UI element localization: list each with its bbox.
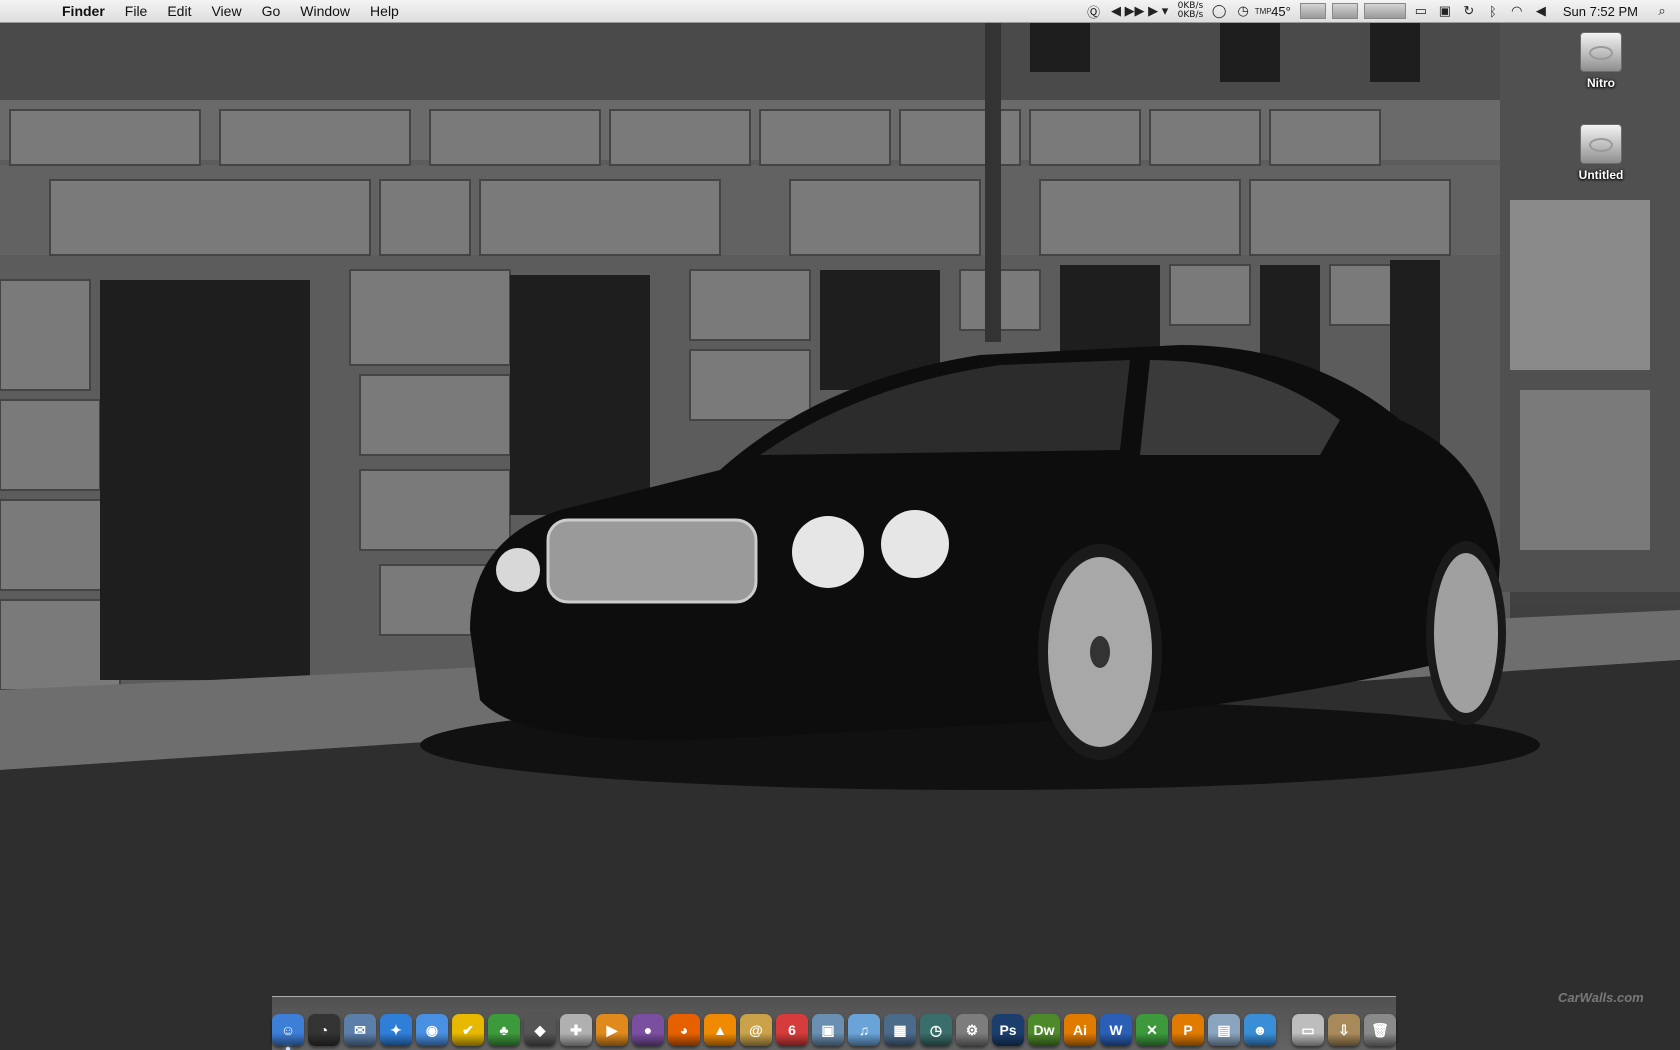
temperature-icon: TMP <box>1254 6 1272 16</box>
illustrator-icon[interactable]: Ai <box>1064 1014 1096 1046</box>
finder-icon[interactable]: ☺ <box>272 1014 304 1050</box>
time-machine-icon[interactable]: ◷ <box>1234 3 1252 19</box>
safari-icon[interactable]: ✦ <box>380 1014 412 1046</box>
temperature-value[interactable]: 45° <box>1271 4 1291 19</box>
spaces-icon[interactable]: ▦ <box>884 1014 916 1046</box>
wallpaper-watermark: CarWalls.com <box>1558 990 1644 1005</box>
menu-bar: Finder File Edit View Go Window Help Ⓠ ◀… <box>0 0 1680 23</box>
net-down-value: 0KB/s <box>1177 10 1204 20</box>
address-book-icon[interactable]: @ <box>740 1014 772 1046</box>
trash-icon[interactable]: 🗑 <box>1364 1014 1396 1046</box>
documents-stack-icon[interactable]: ▭ <box>1292 1014 1324 1046</box>
wallpaper-scene <box>0 22 1680 1050</box>
cyberduck-icon[interactable]: ◆ <box>524 1014 556 1046</box>
volume-untitled[interactable]: Untitled <box>1561 124 1641 184</box>
sync-icon[interactable]: ↻ <box>1460 3 1478 19</box>
spaces-icon[interactable]: ▣ <box>1436 3 1454 19</box>
bluetooth-icon[interactable]: ᛒ <box>1484 3 1502 19</box>
preview-icon[interactable]: ▤ <box>1208 1014 1240 1046</box>
menu-go[interactable]: Go <box>252 0 291 22</box>
excel-icon[interactable]: ✕ <box>1136 1014 1168 1046</box>
dock-apps: ☺ ◔ ✉ ✦ ◉ ✔ ♣ ◆ ✚ ▶ ● ◕ ▲ @6 ▣ ♫ ▦ ◷ ⚙ Ps Dw Ai W ✕ P ▤ ☻ <box>270 1014 1278 1050</box>
firefox-icon[interactable]: ◕ <box>668 1014 700 1046</box>
volume-label: Untitled <box>1578 168 1624 182</box>
network-monitor[interactable]: 0KB/s 0KB/s <box>1178 2 1204 20</box>
hard-drive-icon <box>1580 124 1622 164</box>
volume-icon[interactable]: ◀ <box>1532 3 1550 19</box>
powerpoint-icon[interactable]: P <box>1172 1014 1204 1046</box>
ichat-icon[interactable]: ◉ <box>416 1014 448 1046</box>
photoshop-icon[interactable]: Ps <box>992 1014 1024 1046</box>
cpu-monitor-icon[interactable] <box>1299 3 1326 19</box>
messenger-icon[interactable]: ☻ <box>1244 1014 1276 1046</box>
quicksilver-icon[interactable]: Ⓠ <box>1085 3 1103 20</box>
menu-view[interactable]: View <box>201 0 251 22</box>
menu-window[interactable]: Window <box>290 0 360 22</box>
dashboard-icon[interactable]: ◔ <box>308 1014 340 1046</box>
menu-edit[interactable]: Edit <box>157 0 201 22</box>
volume-label: Nitro <box>1587 76 1615 90</box>
disk-monitor-icon[interactable] <box>1363 3 1406 19</box>
volume-nitro[interactable]: Nitro <box>1561 32 1641 92</box>
dreamweaver-icon[interactable]: Dw <box>1028 1014 1060 1046</box>
iphoto-icon[interactable]: ▣ <box>812 1014 844 1046</box>
vlc-icon[interactable]: ▲ <box>704 1014 736 1046</box>
transmit-icon[interactable]: ▶ <box>596 1014 628 1046</box>
menu-app-name[interactable]: Finder <box>52 0 115 22</box>
mail-icon[interactable]: ✉ <box>344 1014 376 1046</box>
onion-icon[interactable]: ● <box>632 1014 664 1046</box>
hard-drive-icon <box>1580 32 1622 72</box>
word-icon[interactable]: W <box>1100 1014 1132 1046</box>
memory-monitor-icon[interactable] <box>1331 3 1358 19</box>
desktop-wallpaper <box>0 0 1680 1050</box>
menu-clock[interactable]: Sun 7:52 PM <box>1563 4 1638 19</box>
dock: ☺ ◔ ✉ ✦ ◉ ✔ ♣ ◆ ✚ ▶ ● ◕ ▲ @6 ▣ ♫ ▦ ◷ ⚙ Ps Dw Ai W ✕ P ▤ ☻ ▭ ⇩ 🗑 <box>272 996 1396 1050</box>
wifi-icon[interactable]: ◠ <box>1508 3 1526 19</box>
display-icon[interactable]: ▭ <box>1412 3 1430 19</box>
dock-stacks: ▭ ⇩ 🗑 <box>1290 1014 1398 1046</box>
disk-utility-icon[interactable]: ✚ <box>560 1014 592 1046</box>
activity-icon[interactable]: ◯ <box>1210 3 1228 19</box>
system-preferences-icon[interactable]: ⚙ <box>956 1014 988 1046</box>
menu-help[interactable]: Help <box>360 0 409 22</box>
adium-icon[interactable]: ♣ <box>488 1014 520 1046</box>
itunes-icon[interactable]: ♫ <box>848 1014 880 1046</box>
ical-icon[interactable]: 6 <box>776 1014 808 1046</box>
things-icon[interactable]: ✔ <box>452 1014 484 1046</box>
menu-file[interactable]: File <box>115 0 158 22</box>
spotlight-icon[interactable]: ⌕ <box>1653 3 1671 19</box>
time-machine-icon[interactable]: ◷ <box>920 1014 952 1046</box>
downloads-stack-icon[interactable]: ⇩ <box>1328 1014 1360 1046</box>
status-area: Ⓠ ◀ ▶▶ ▶ ▾ 0KB/s 0KB/s ◯ ◷ TMP 45° ▭ ▣ ↻… <box>1076 0 1680 22</box>
itunes-controls-icon[interactable]: ◀ ▶▶ ▶ ▾ <box>1109 3 1171 19</box>
